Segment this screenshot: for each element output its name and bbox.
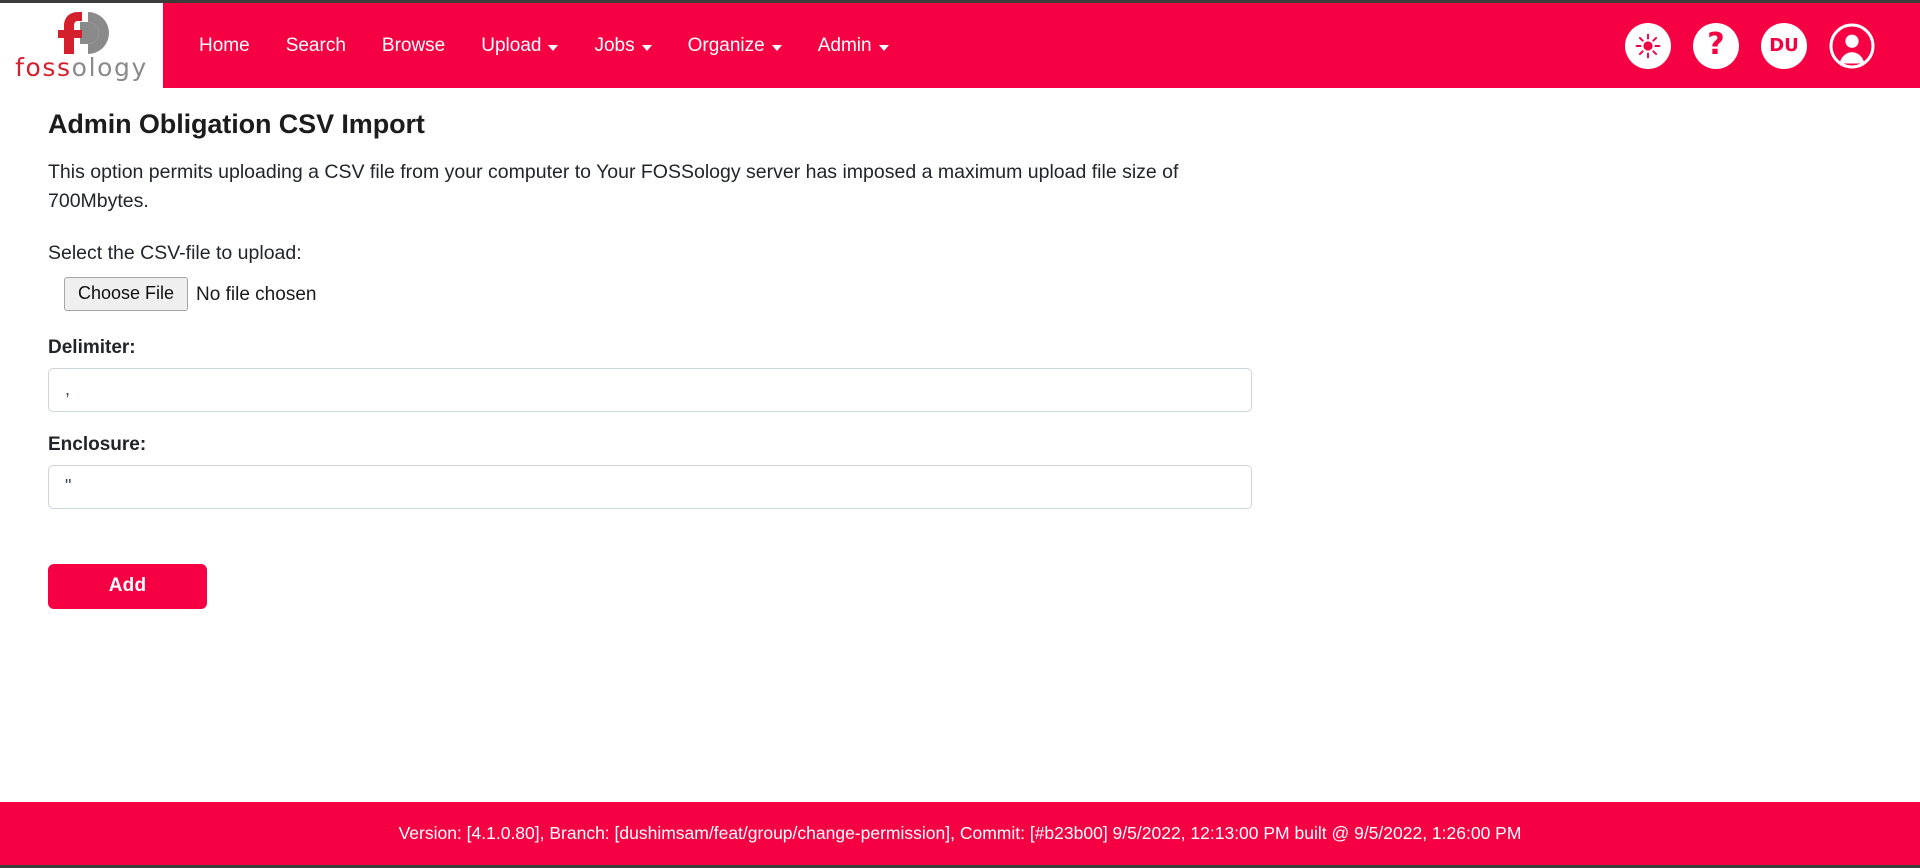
nav-links: Home Search Browse Upload Jobs Organize … xyxy=(163,3,907,88)
main-content: Admin Obligation CSV Import This option … xyxy=(0,88,1920,803)
nav-item-browse[interactable]: Browse xyxy=(364,26,463,65)
sun-icon xyxy=(1635,33,1661,58)
footer-version-text: Version: [4.1.0.80], Branch: [dushimsam/… xyxy=(398,822,1522,843)
chevron-down-icon xyxy=(548,44,559,51)
nav-item-label: Admin xyxy=(817,35,872,56)
enclosure-input[interactable] xyxy=(48,464,1252,509)
nav-item-upload[interactable]: Upload xyxy=(463,26,576,65)
user-initials-button[interactable]: DU xyxy=(1761,22,1807,69)
add-button[interactable]: Add xyxy=(48,563,207,609)
main-navbar: fossology Home Search Browse Upload Jobs… xyxy=(0,3,1920,88)
question-mark-icon: ? xyxy=(1707,26,1725,62)
help-button[interactable]: ? xyxy=(1693,22,1739,69)
nav-item-label: Home xyxy=(199,35,250,56)
page-title: Admin Obligation CSV Import xyxy=(48,109,425,139)
user-initials-label: DU xyxy=(1769,34,1799,56)
nav-item-admin[interactable]: Admin xyxy=(800,26,907,65)
brand-wordmark-red: foss xyxy=(15,52,72,82)
nav-item-search[interactable]: Search xyxy=(268,26,364,65)
chevron-down-icon xyxy=(878,44,889,51)
chevron-down-icon xyxy=(771,44,782,51)
file-select-label: Select the CSV-file to upload: xyxy=(48,242,302,265)
nav-item-label: Jobs xyxy=(594,35,635,56)
file-chosen-status: No file chosen xyxy=(196,283,317,305)
chevron-down-icon xyxy=(641,44,652,51)
enclosure-label: Enclosure: xyxy=(48,433,147,455)
brand-logo[interactable]: fossology xyxy=(0,3,163,88)
brand-wordmark-grey: ology xyxy=(71,52,148,82)
fossology-logo-icon xyxy=(57,11,109,54)
theme-toggle-button[interactable] xyxy=(1625,22,1671,69)
nav-item-organize[interactable]: Organize xyxy=(670,26,800,65)
user-avatar-icon xyxy=(1829,23,1875,68)
nav-item-label: Organize xyxy=(687,35,765,56)
delimiter-input[interactable] xyxy=(48,367,1252,412)
page-description: This option permits uploading a CSV file… xyxy=(48,160,1179,212)
delimiter-label: Delimiter: xyxy=(48,336,136,358)
nav-item-jobs[interactable]: Jobs xyxy=(576,26,669,65)
nav-item-home[interactable]: Home xyxy=(181,26,268,65)
brand-wordmark: fossology xyxy=(15,55,148,80)
choose-file-button[interactable]: Choose File xyxy=(64,277,189,311)
nav-item-label: Browse xyxy=(381,35,446,56)
file-input-row: Choose File No file chosen xyxy=(64,277,1872,311)
nav-item-label: Upload xyxy=(481,35,542,56)
nav-item-label: Search xyxy=(285,35,346,56)
account-menu-button[interactable] xyxy=(1829,23,1875,69)
page-footer: Version: [4.1.0.80], Branch: [dushimsam/… xyxy=(0,802,1920,868)
navbar-actions: ? DU xyxy=(1625,3,1920,88)
